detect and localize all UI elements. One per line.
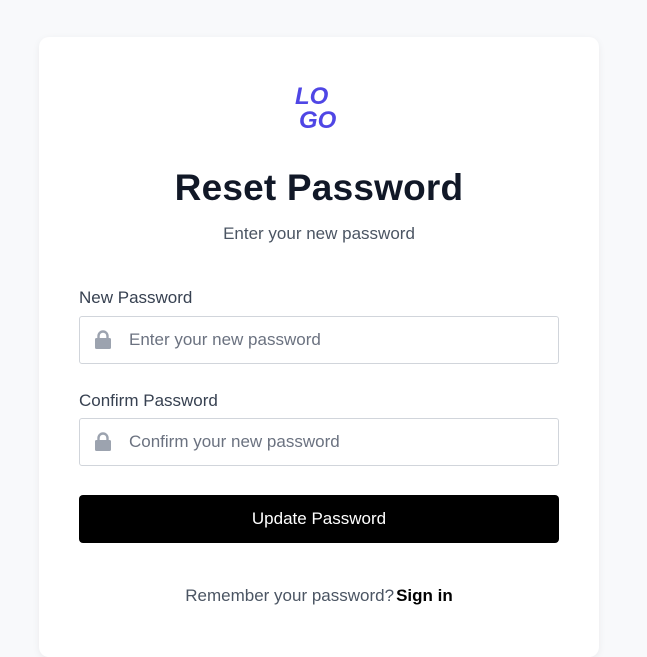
page-title: Reset Password <box>174 167 464 208</box>
page-subtitle: Enter your new password <box>223 224 415 243</box>
brand-logo: LO GO <box>293 83 349 131</box>
new-password-field[interactable] <box>79 316 559 364</box>
confirm-password-input[interactable] <box>129 419 549 465</box>
new-password-input[interactable] <box>129 317 549 363</box>
reset-password-card: LO GO Reset Password Enter your new pass… <box>39 37 599 657</box>
lock-icon <box>94 432 112 452</box>
svg-text:GO: GO <box>299 107 337 131</box>
confirm-password-field[interactable] <box>79 418 559 466</box>
svg-text:LO: LO <box>295 83 329 110</box>
sign-in-link[interactable]: Sign in <box>396 586 453 605</box>
update-password-button[interactable]: Update Password <box>79 495 559 543</box>
new-password-label: New Password <box>79 288 193 307</box>
sign-in-prompt-text: Remember your password? <box>185 586 395 605</box>
sign-in-prompt: Remember your password? Sign in <box>39 586 599 606</box>
lock-icon <box>94 330 112 350</box>
confirm-password-label: Confirm Password <box>79 391 218 410</box>
